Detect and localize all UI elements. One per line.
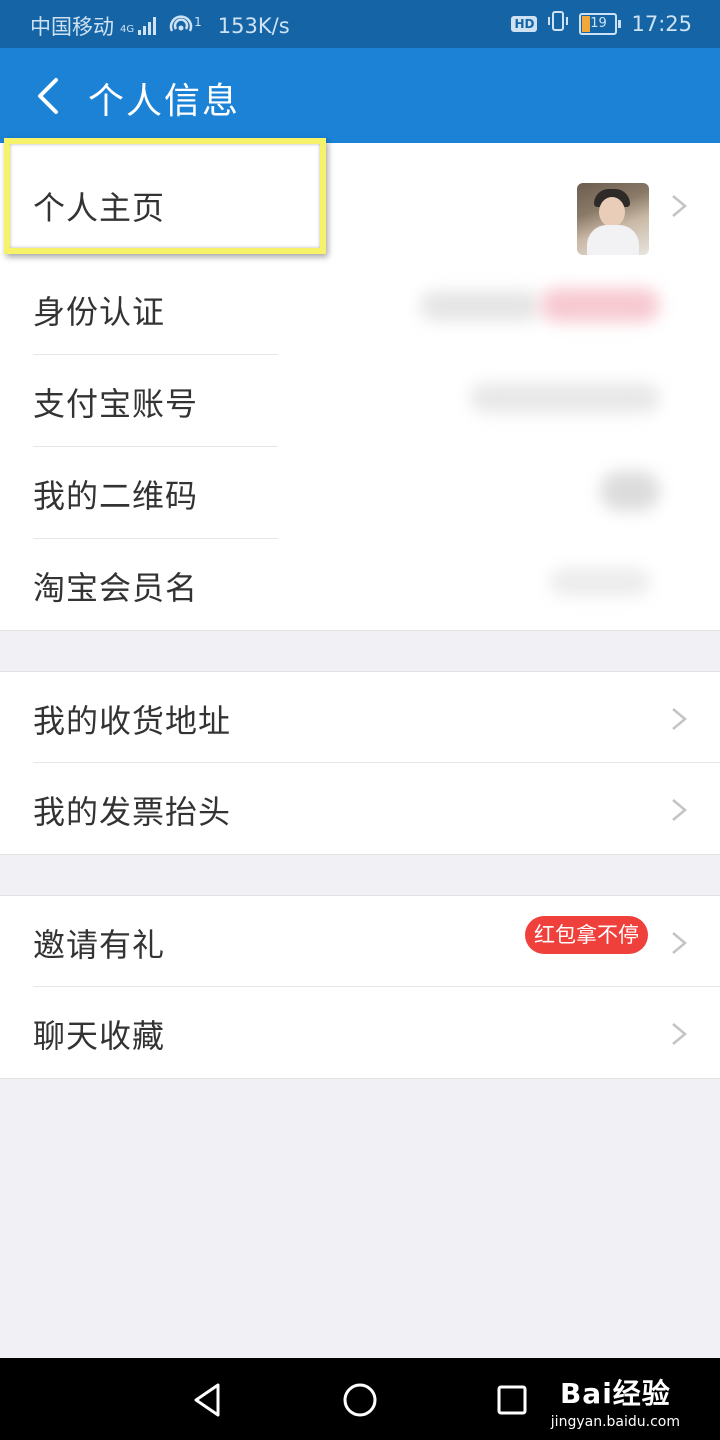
group-divider	[0, 1078, 720, 1079]
system-nav-bar: Bai经验 jingyan.baidu.com	[0, 1358, 720, 1440]
nav-back-button[interactable]	[188, 1380, 228, 1420]
group-divider	[0, 630, 720, 631]
list-item-label: 聊天收藏	[33, 1017, 166, 1055]
battery-icon: 19	[579, 12, 622, 35]
highlight-box	[4, 138, 326, 254]
nav-home-button[interactable]	[340, 1380, 380, 1420]
address-group: 我的收货地址 我的发票抬头	[0, 672, 720, 854]
list-item-label: 身份认证	[33, 293, 166, 331]
wifi-hotspot-icon: 1	[168, 15, 202, 37]
list-item-label: 邀请有礼	[33, 926, 166, 964]
circle-home-icon	[343, 1383, 377, 1417]
page-title: 个人信息	[88, 81, 241, 122]
triangle-back-icon	[194, 1383, 220, 1417]
brand-url: jingyan.baidu.com	[550, 1414, 680, 1430]
watermark: Bai经验 jingyan.baidu.com	[551, 1372, 680, 1430]
signal-icon: 4G	[120, 17, 157, 35]
battery-level: 19	[590, 15, 607, 31]
vibrate-icon	[547, 10, 569, 37]
chevron-left-icon	[38, 78, 58, 114]
carrier-text: 中国移动	[30, 15, 114, 39]
back-button[interactable]	[30, 76, 70, 116]
chevron-right-icon	[672, 799, 687, 821]
header-bar: 个人信息	[0, 48, 720, 143]
promo-badge: 红包拿不停	[525, 916, 648, 954]
square-recents-icon	[497, 1385, 527, 1415]
list-item-taobao-name[interactable]: 淘宝会员名	[0, 539, 720, 631]
list-item-shipping-address[interactable]: 我的收货地址	[0, 672, 720, 764]
list-item-alipay-account[interactable]: 支付宝账号	[0, 355, 720, 447]
list-item-label: 支付宝账号	[33, 385, 199, 423]
network-speed: 153K/s	[217, 14, 290, 38]
list-item-invite[interactable]: 邀请有礼 红包拿不停	[0, 896, 720, 988]
hd-badge: HD	[511, 15, 538, 32]
network-tag: 4G	[120, 24, 135, 35]
avatar	[577, 183, 649, 255]
misc-group: 邀请有礼 红包拿不停 聊天收藏	[0, 896, 720, 1078]
list-item-chat-favorites[interactable]: 聊天收藏	[0, 987, 720, 1079]
chevron-right-icon	[672, 932, 687, 954]
nav-recents-button[interactable]	[492, 1380, 532, 1420]
list-item-invoice-title[interactable]: 我的发票抬头	[0, 763, 720, 855]
list-item-label: 我的二维码	[33, 477, 199, 515]
list-item-identity[interactable]: 身份认证	[0, 263, 720, 355]
list-item-label: 我的发票抬头	[33, 793, 232, 831]
status-bar: 中国移动 4G 1 153K/s HD 19 17:25	[0, 0, 720, 48]
clock: 17:25	[631, 11, 692, 36]
chevron-right-icon	[672, 708, 687, 730]
chevron-right-icon	[672, 1023, 687, 1045]
wifi-tag: 1	[194, 15, 202, 29]
chevron-right-icon	[672, 195, 687, 217]
group-divider	[0, 854, 720, 855]
brand-logo: Bai经验	[559, 1377, 671, 1410]
list-item-qr-code[interactable]: 我的二维码	[0, 447, 720, 539]
list-item-label: 淘宝会员名	[33, 569, 199, 607]
list-item-label: 我的收货地址	[33, 702, 232, 740]
